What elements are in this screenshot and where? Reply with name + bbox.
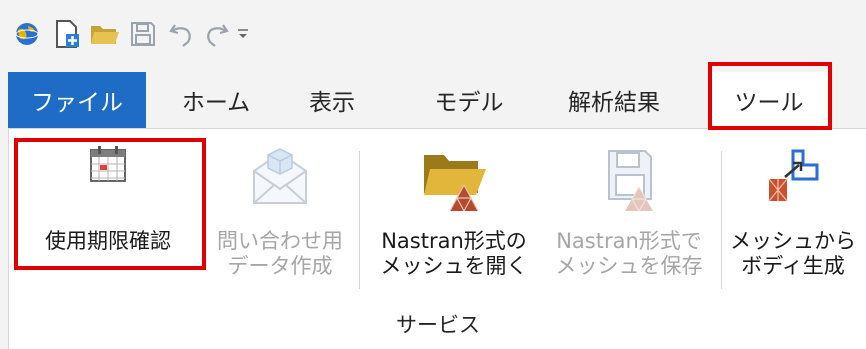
- create-inquiry-data-label-line1: 問い合わせ用: [217, 229, 343, 253]
- tab-tools[interactable]: ツール: [710, 72, 828, 128]
- save-nastran-mesh-button[interactable]: Nastran形式で メッシュを保存: [543, 129, 715, 299]
- create-inquiry-data-button[interactable]: 問い合わせ用 データ作成: [205, 129, 355, 299]
- tab-file[interactable]: ファイル: [8, 72, 146, 128]
- group-label-service: サービス: [396, 313, 480, 337]
- open-nastran-mesh-label-line2: メッシュを開く: [380, 254, 528, 278]
- new-file-icon[interactable]: [48, 14, 86, 54]
- redo-icon[interactable]: [198, 14, 236, 54]
- create-inquiry-data-label-line2: データ作成: [227, 254, 333, 278]
- tab-model[interactable]: モデル: [414, 72, 524, 128]
- tab-analysis-results[interactable]: 解析結果: [548, 72, 680, 128]
- check-expiry-label: 使用期限確認: [45, 229, 171, 253]
- envelope-icon: [205, 143, 355, 213]
- save-icon[interactable]: [124, 14, 162, 54]
- save-nastran-mesh-label-line1: Nastran形式で: [556, 229, 702, 253]
- calendar-icon: [15, 143, 201, 213]
- ribbon-panel: 使用期限確認 問い合わせ用 データ作成 Nastran形式の メッシュを開く N…: [8, 128, 866, 349]
- quick-access-toolbar: [0, 0, 866, 72]
- undo-icon[interactable]: [162, 14, 200, 54]
- mesh-to-body-icon: [727, 143, 859, 213]
- generate-body-from-mesh-button[interactable]: メッシュから ボディ生成: [727, 129, 859, 299]
- open-folder-icon[interactable]: [86, 14, 124, 54]
- customize-dropdown-icon[interactable]: [232, 14, 254, 54]
- open-nastran-mesh-button[interactable]: Nastran形式の メッシュを開く: [369, 129, 539, 299]
- app-globe-icon[interactable]: [8, 14, 46, 54]
- generate-body-label-line1: メッシュから: [730, 229, 856, 253]
- ribbon-separator: [359, 151, 360, 289]
- check-expiry-button[interactable]: 使用期限確認: [15, 129, 201, 299]
- open-mesh-icon: [369, 143, 539, 213]
- save-mesh-icon: [543, 143, 715, 213]
- save-nastran-mesh-label-line2: メッシュを保存: [555, 254, 703, 278]
- ribbon-tab-bar: ファイル ホーム 表示 モデル 解析結果 ツール: [0, 72, 866, 128]
- ribbon-separator: [721, 151, 722, 289]
- generate-body-label-line2: ボディ生成: [741, 254, 845, 278]
- tab-view[interactable]: 表示: [284, 72, 380, 128]
- tab-home[interactable]: ホーム: [160, 72, 272, 128]
- open-nastran-mesh-label-line1: Nastran形式の: [381, 229, 527, 253]
